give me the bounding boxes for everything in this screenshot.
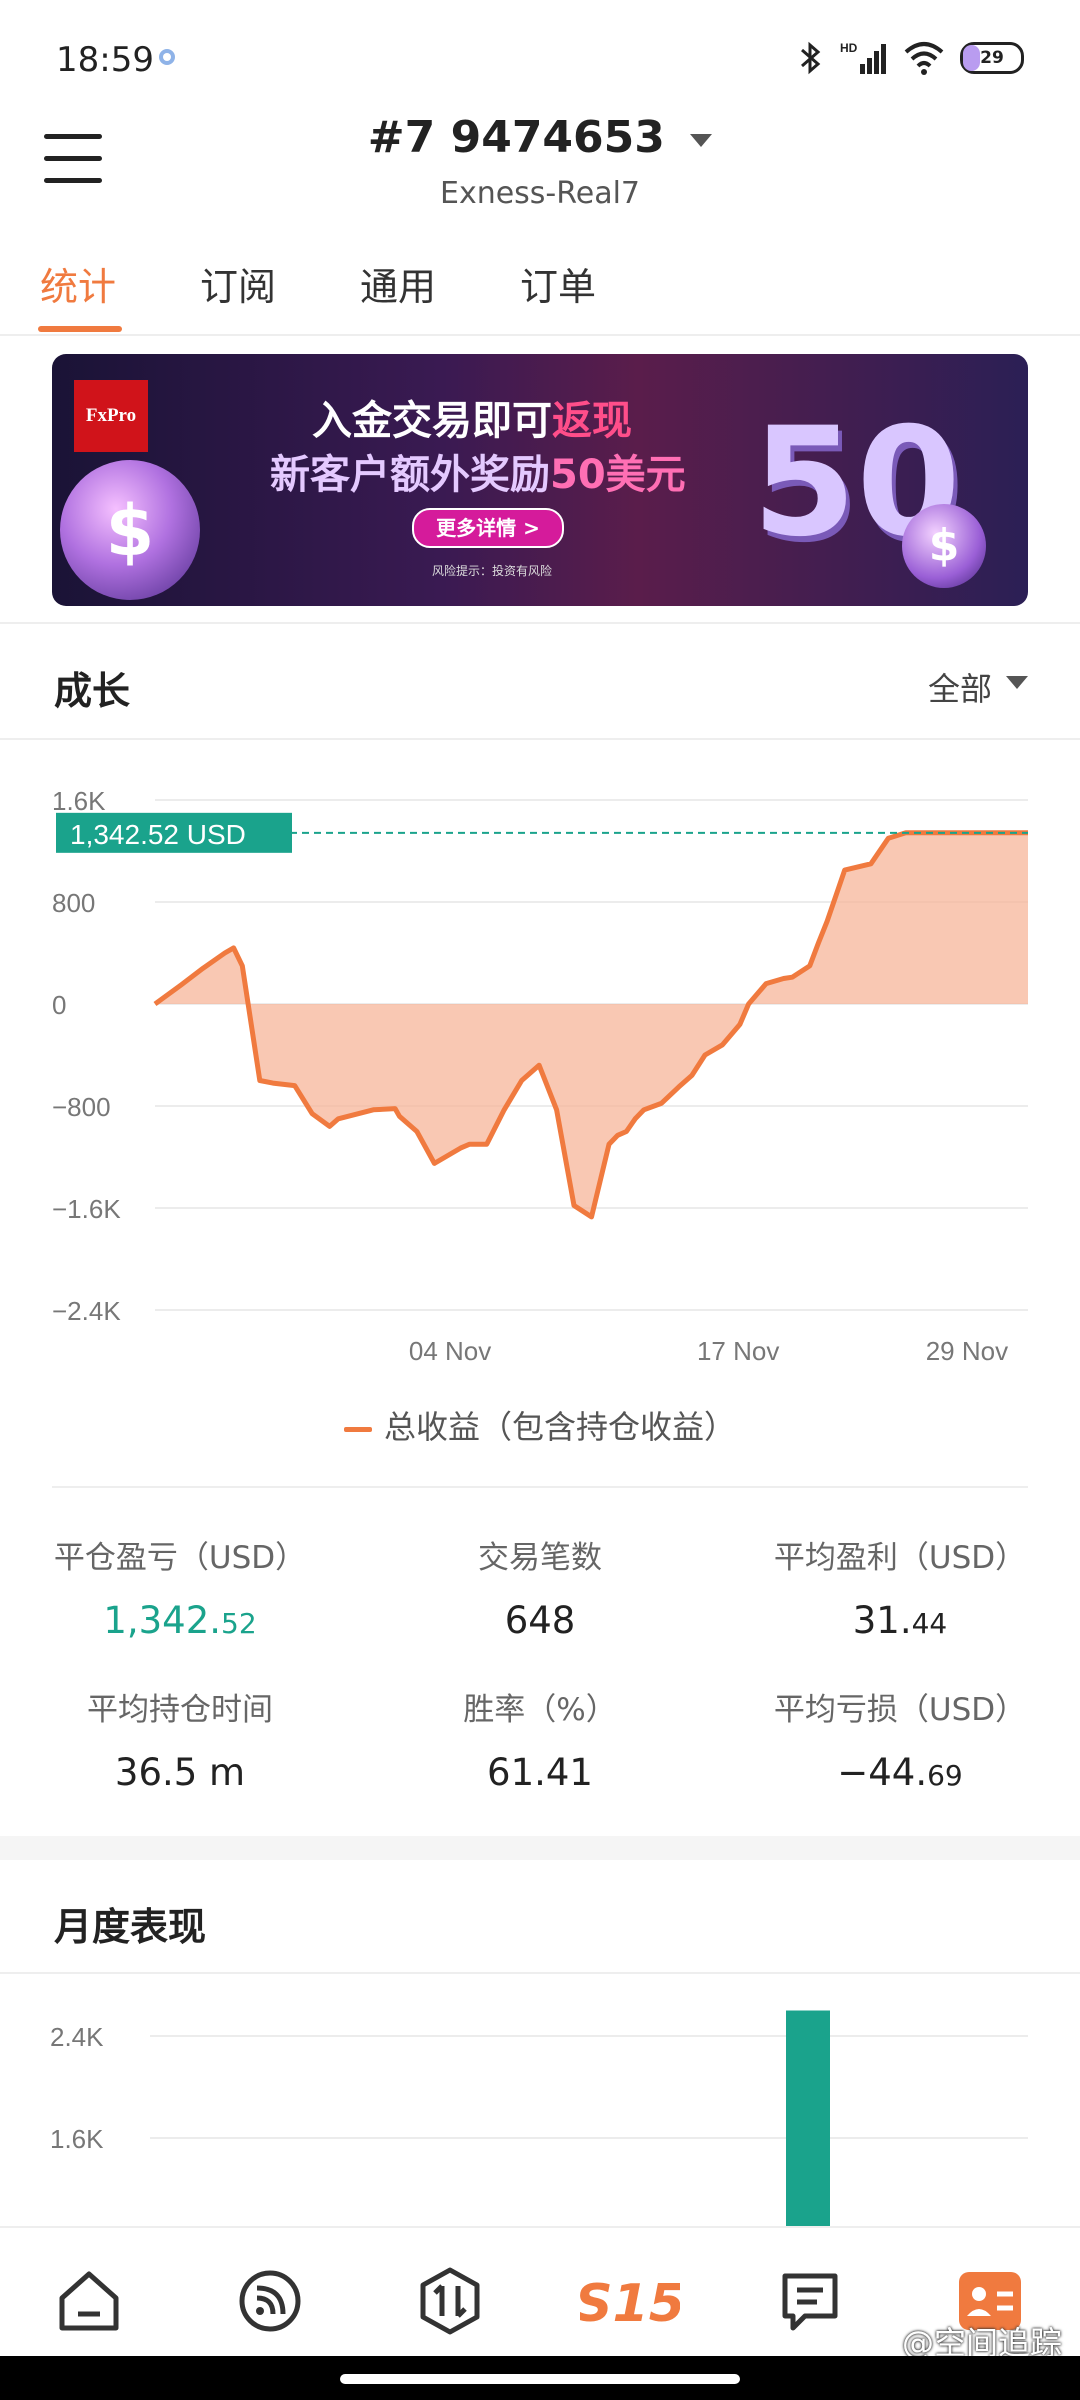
s15-logo-icon[interactable]: S15	[580, 2266, 680, 2336]
section-divider	[0, 1836, 1080, 1860]
growth-range-filter[interactable]: 全部	[928, 664, 992, 710]
notes-icon[interactable]	[775, 2266, 845, 2336]
tab-general[interactable]: 通用	[360, 256, 436, 311]
chevron-down-icon[interactable]	[1006, 676, 1028, 689]
battery-level: 29	[980, 48, 1004, 68]
banner-headline: 入金交易即可返现	[312, 398, 632, 444]
stat-value: −44.69	[837, 1751, 963, 1794]
y-tick-label: 800	[52, 888, 95, 918]
stat-value: 36.5 m	[114, 1751, 246, 1794]
bluetooth-icon	[801, 41, 821, 75]
growth-title: 成长	[54, 669, 131, 713]
x-tick-label: 04 Nov	[409, 1336, 491, 1366]
y-tick-label: 0	[52, 990, 66, 1020]
monthly-title: 月度表现	[54, 1905, 207, 1949]
series-area	[155, 832, 1028, 1217]
stat-value: 1,342.52	[103, 1599, 257, 1642]
y-tick-label: −2.4K	[52, 1296, 121, 1326]
stat-avg-hold-time: 平均持仓时间 36.5 m	[0, 1684, 360, 1794]
svg-text:S15: S15	[580, 2274, 680, 2334]
monthly-bar	[786, 2010, 830, 2226]
y-tick-label: 1.6K	[50, 2124, 104, 2154]
y-tick-label: −1.6K	[52, 1194, 121, 1224]
status-icons: HD 29	[796, 38, 1024, 78]
legend-label: 总收益（包含持仓收益）	[383, 1408, 736, 1446]
divider	[52, 1486, 1028, 1488]
x-tick-label: 17 Nov	[697, 1336, 779, 1366]
banner-risk-note: 风险提示：投资有风险	[432, 564, 553, 578]
stat-label: 平均持仓时间	[87, 1692, 273, 1728]
monthly-chart: 2.4K 1.6K	[50, 2010, 1028, 2226]
stat-avg-profit: 平均盈利（USD） 31.44	[720, 1532, 1080, 1642]
stat-label: 交易笔数	[478, 1540, 602, 1576]
stat-label: 平仓盈亏（USD）	[53, 1540, 307, 1576]
dollar-coin-small-icon: $	[902, 504, 986, 588]
settings-notification-icon	[159, 49, 175, 65]
fxpro-logo: FxPro	[74, 380, 148, 452]
banner-subheadline: 新客户额外奖励50美元	[270, 452, 686, 498]
growth-chart: 1.6K 800 0 −800 −1.6K −2.4K 04 Nov 17 Nov 29 Nov…	[52, 786, 1028, 1366]
stat-label: 胜率（%）	[463, 1692, 617, 1728]
status-bar: 18:59 HD 29	[0, 0, 1080, 100]
legend-line-marker	[343, 1426, 372, 1432]
home-indicator[interactable]	[340, 2374, 740, 2384]
divider	[0, 1972, 1080, 1974]
current-value-label: 1,342.52 USD	[70, 819, 246, 850]
home-icon[interactable]	[54, 2266, 124, 2336]
stat-value: 31.44	[852, 1599, 948, 1642]
promo-banner[interactable]: FxPro $ 入金交易即可返现 新客户额外奖励50美元 更多详情 > 风险提示…	[52, 354, 1028, 606]
tab-subscribe[interactable]: 订阅	[200, 256, 276, 311]
dollar-coin-icon: $	[60, 460, 200, 600]
stat-value: 61.41	[487, 1751, 593, 1794]
rss-icon[interactable]	[235, 2266, 305, 2336]
battery-icon: 29	[960, 42, 1024, 74]
server-name: Exness-Real7	[439, 176, 641, 211]
y-tick-label: 1.6K	[52, 786, 106, 816]
stat-close-pl: 平仓盈亏（USD） 1,342.52	[0, 1532, 360, 1642]
stat-trade-count: 交易笔数 648	[360, 1532, 720, 1642]
svg-text:HD: HD	[840, 41, 858, 55]
signal-icon: HD	[840, 41, 886, 74]
chevron-down-icon	[690, 133, 713, 147]
account-number: #7 9474653	[367, 112, 665, 163]
stat-avg-loss: 平均亏损（USD） −44.69	[720, 1684, 1080, 1794]
divider	[0, 622, 1080, 624]
chart-legend: 总收益（包含持仓收益）	[0, 1402, 1080, 1448]
x-tick-label: 29 Nov	[926, 1336, 1008, 1366]
y-tick-label: −800	[52, 1092, 111, 1122]
trade-icon[interactable]	[415, 2266, 485, 2336]
y-tick-label: 2.4K	[50, 2022, 104, 2052]
banner-more-button[interactable]: 更多详情 >	[412, 508, 564, 548]
active-tab-indicator	[38, 326, 122, 332]
tab-bar: 统计 订阅 通用 订单	[0, 250, 1080, 336]
wifi-icon	[904, 42, 944, 75]
account-selector[interactable]: #7 9474653	[0, 112, 1080, 163]
divider	[0, 738, 1080, 740]
tab-statistics[interactable]: 统计	[40, 256, 116, 311]
stat-label: 平均亏损（USD）	[773, 1692, 1027, 1728]
stat-value: 648	[504, 1599, 576, 1642]
stat-win-rate: 胜率（%） 61.41	[360, 1684, 720, 1794]
clock: 18:59	[56, 40, 154, 80]
stat-label: 平均盈利（USD）	[773, 1540, 1027, 1576]
tab-orders[interactable]: 订单	[520, 256, 596, 311]
